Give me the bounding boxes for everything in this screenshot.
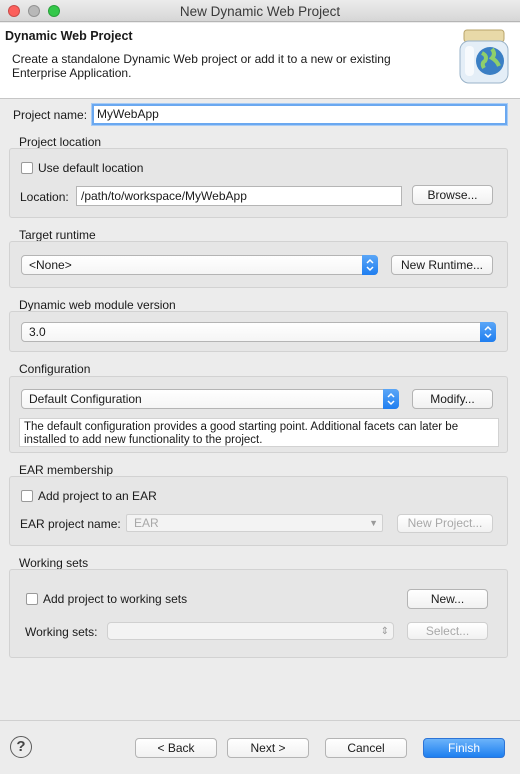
module-version-title: Dynamic web module version: [19, 298, 176, 312]
location-label: Location:: [20, 190, 69, 204]
ear-project-name-combo[interactable]: EAR ▼: [126, 514, 383, 532]
configuration-select[interactable]: Default Configuration: [21, 389, 399, 409]
ear-membership-title: EAR membership: [19, 463, 114, 477]
project-name-input[interactable]: MyWebApp: [92, 104, 507, 125]
select-stepper-icon: [480, 322, 496, 342]
finish-button[interactable]: Finish: [423, 738, 505, 758]
module-version-select[interactable]: 3.0: [21, 322, 496, 342]
window-title: New Dynamic Web Project: [179, 4, 341, 19]
add-to-working-sets-checkbox[interactable]: [26, 593, 38, 605]
select-stepper-icon: [383, 389, 399, 409]
configuration-selected: Default Configuration: [29, 392, 142, 406]
target-runtime-selected: <None>: [29, 258, 72, 272]
new-ear-project-button[interactable]: New Project...: [397, 514, 493, 533]
select-working-sets-button[interactable]: Select...: [407, 622, 488, 640]
new-working-set-button[interactable]: New...: [407, 589, 488, 609]
add-to-working-sets-label: Add project to working sets: [43, 592, 188, 606]
cancel-button[interactable]: Cancel: [325, 738, 407, 758]
location-input[interactable]: /path/to/workspace/MyWebApp: [76, 186, 402, 206]
project-location-group: [9, 148, 508, 218]
ear-project-name-value: EAR: [134, 516, 159, 530]
use-default-location-checkbox[interactable]: [21, 162, 33, 174]
help-icon[interactable]: ?: [10, 736, 32, 758]
wizard-title: Dynamic Web Project: [5, 29, 133, 43]
working-sets-title: Working sets: [19, 556, 89, 570]
select-stepper-icon: [362, 255, 378, 275]
configuration-description: The default configuration provides a goo…: [19, 418, 499, 447]
use-default-location-label: Use default location: [38, 161, 144, 175]
module-version-selected: 3.0: [29, 325, 46, 339]
project-location-title: Project location: [19, 135, 102, 149]
project-name-label: Project name:: [13, 108, 88, 122]
web-project-jar-icon: [459, 29, 509, 84]
ear-membership-group: [9, 476, 508, 546]
modify-button[interactable]: Modify...: [412, 389, 493, 409]
configuration-title: Configuration: [19, 362, 91, 376]
chevron-down-icon: ▼: [369, 518, 378, 528]
working-sets-combo[interactable]: ⇕: [107, 622, 394, 640]
browse-button[interactable]: Browse...: [412, 185, 493, 205]
next-button[interactable]: Next >: [227, 738, 309, 758]
title-bar: New Dynamic Web Project: [0, 0, 520, 22]
stepper-icon: ⇕: [380, 626, 389, 637]
working-sets-label: Working sets:: [25, 625, 98, 639]
add-to-ear-checkbox[interactable]: [21, 490, 33, 502]
back-button[interactable]: < Back: [135, 738, 217, 758]
target-runtime-title: Target runtime: [19, 228, 96, 242]
wizard-header: Dynamic Web Project Create a standalone …: [0, 23, 520, 99]
footer-divider: [0, 720, 520, 721]
working-sets-group: [9, 569, 508, 658]
target-runtime-select[interactable]: <None>: [21, 255, 378, 275]
new-runtime-button[interactable]: New Runtime...: [391, 255, 493, 275]
wizard-description: Create a standalone Dynamic Web project …: [12, 52, 391, 80]
ear-project-name-label: EAR project name:: [20, 517, 121, 531]
add-to-ear-label: Add project to an EAR: [38, 489, 157, 503]
